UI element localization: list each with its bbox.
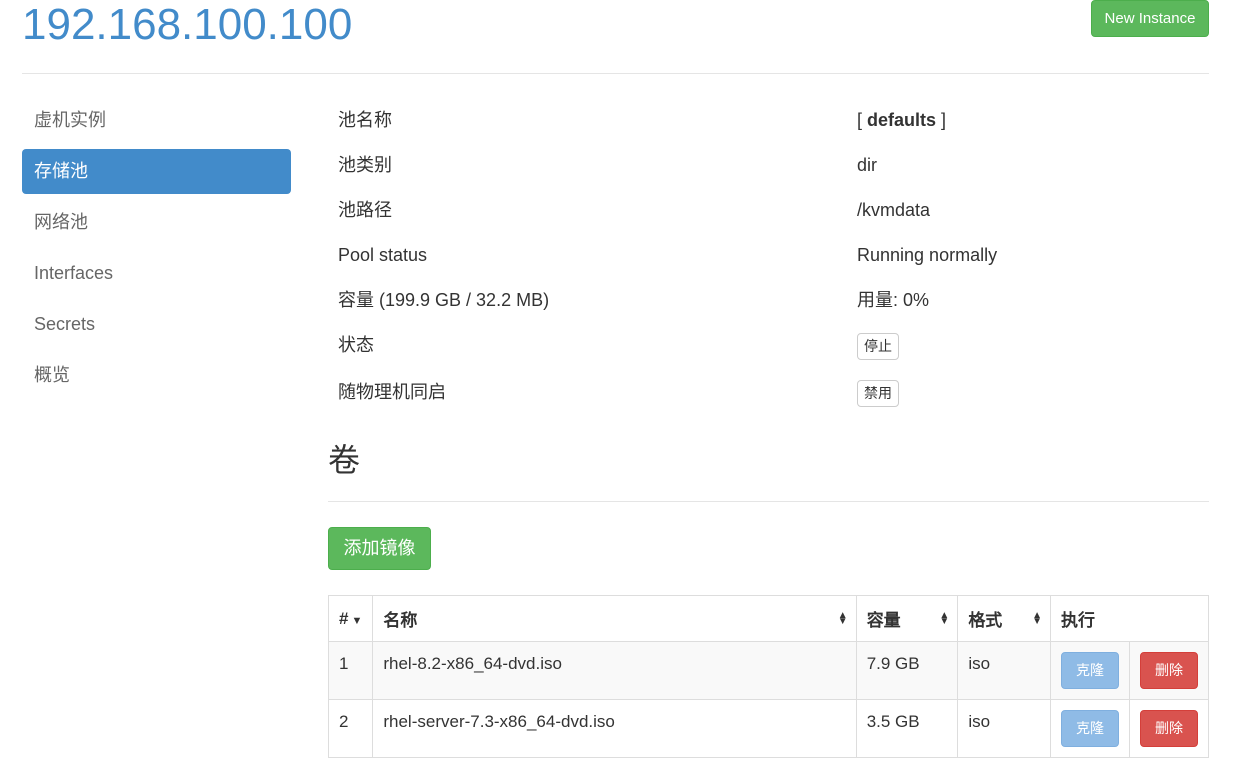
sidebar-item-networks[interactable]: 网络池 xyxy=(22,200,291,245)
pool-path-row: 池路径 /kvmdata xyxy=(338,188,1208,233)
pool-state-row: 状态 停止 xyxy=(338,323,1208,370)
column-header-size[interactable]: 容量 ▲ ▼ xyxy=(855,595,959,642)
table-header-row: # ▼ 名称 ▲ ▼ 容量 ▲ ▼ 格式 ▲ ▼ 执行 xyxy=(327,595,1210,642)
cell-size: 3.5 GB xyxy=(855,699,959,758)
pool-path-label: 池路径 xyxy=(338,200,392,220)
sort-icon: ▲ ▼ xyxy=(837,609,848,627)
pool-autostart-cell: 禁用 xyxy=(857,370,899,415)
sidebar-item-secrets[interactable]: Secrets xyxy=(22,302,291,347)
sort-icon: ▲ ▼ xyxy=(1032,609,1042,627)
sidebar-item-interfaces[interactable]: Interfaces xyxy=(22,251,291,296)
volumes-divider xyxy=(328,501,1209,502)
cell-name: rhel-server-7.3-x86_64-dvd.iso xyxy=(372,699,857,758)
cell-number: 1 xyxy=(327,641,374,700)
column-number-label: # xyxy=(339,608,349,628)
column-header-name[interactable]: 名称 ▲ ▼ xyxy=(372,595,857,642)
sort-icon: ▲ ▼ xyxy=(939,609,950,627)
sidebar-item-overview[interactable]: 概览 xyxy=(22,353,291,398)
cell-number: 2 xyxy=(327,699,374,758)
delete-button[interactable]: 删除 xyxy=(1139,652,1198,689)
pool-usage-value: 用量: 0% xyxy=(857,290,930,310)
pool-autostart-label: 随物理机同启 xyxy=(338,382,446,402)
disable-autostart-button[interactable]: 禁用 xyxy=(857,379,899,407)
pool-state-cell: 停止 xyxy=(857,323,899,368)
pool-name-label: 池名称 xyxy=(338,110,392,130)
add-image-button[interactable]: 添加镜像 xyxy=(328,527,431,570)
delete-button[interactable]: 删除 xyxy=(1139,710,1198,747)
cell-name: rhel-8.2-x86_64-dvd.iso xyxy=(372,641,857,700)
column-header-actions: 执行 xyxy=(1049,595,1210,642)
cell-delete: 删除 xyxy=(1128,641,1210,700)
table-row: 1 rhel-8.2-x86_64-dvd.iso 7.9 GB iso 克隆 … xyxy=(327,641,1210,700)
column-size-label: 容量 xyxy=(866,611,901,630)
pool-type-value: dir xyxy=(857,155,878,175)
pool-autostart-row: 随物理机同启 禁用 xyxy=(338,370,1208,417)
pool-capacity-row: 容量 (199.9 GB / 32.2 MB) 用量: 0% xyxy=(338,278,1208,323)
pool-status-row: Pool status Running normally xyxy=(338,233,1208,278)
caret-down-icon: ▼ xyxy=(351,614,363,627)
stop-pool-button[interactable]: 停止 xyxy=(857,332,899,360)
cell-format: iso xyxy=(957,699,1051,758)
header-divider xyxy=(22,73,1209,74)
cell-format: iso xyxy=(957,641,1051,700)
pool-name-row: 池名称 [ defaults ] xyxy=(338,98,1208,143)
volumes-heading: 卷 xyxy=(328,442,361,478)
pool-state-label: 状态 xyxy=(338,335,374,355)
volumes-table: # ▼ 名称 ▲ ▼ 容量 ▲ ▼ 格式 ▲ ▼ 执行 1 rhel-8.2-x86_64-d… xyxy=(327,595,1210,758)
new-instance-button[interactable]: New Instance xyxy=(1091,0,1209,37)
sidebar-item-storage-pools[interactable]: 存储池 xyxy=(22,149,291,194)
pool-capacity-label: 容量 (199.9 GB / 32.2 MB) xyxy=(338,290,550,310)
pool-name-value: [ defaults ] xyxy=(857,98,946,143)
column-actions-label: 执行 xyxy=(1060,611,1095,630)
cell-size: 7.9 GB xyxy=(855,641,959,700)
clone-button[interactable]: 克隆 xyxy=(1060,652,1119,689)
pool-status-value: Running normally xyxy=(857,245,998,265)
pool-name-prefix: [ xyxy=(857,110,868,130)
column-header-format[interactable]: 格式 ▲ ▼ xyxy=(957,595,1051,642)
pool-path-value: /kvmdata xyxy=(857,200,931,220)
pool-status-label: Pool status xyxy=(338,245,428,265)
host-title: 192.168.100.100 xyxy=(22,0,353,49)
pool-info: 池名称 [ defaults ] 池类别 dir 池路径 /kvmdata Po… xyxy=(338,98,1208,417)
column-name-label: 名称 xyxy=(383,611,418,630)
cell-delete: 删除 xyxy=(1128,699,1210,758)
pool-name-suffix: ] xyxy=(936,110,947,130)
pool-type-label: 池类别 xyxy=(338,155,392,175)
cell-clone: 克隆 xyxy=(1049,641,1130,700)
pool-name: defaults xyxy=(867,110,937,130)
pool-type-row: 池类别 dir xyxy=(338,143,1208,188)
column-format-label: 格式 xyxy=(968,611,1003,630)
cell-clone: 克隆 xyxy=(1049,699,1130,758)
sidebar: 虚机实例 存储池 网络池 Interfaces Secrets 概览 xyxy=(22,98,291,404)
sidebar-item-instances[interactable]: 虚机实例 xyxy=(22,98,291,143)
clone-button[interactable]: 克隆 xyxy=(1060,710,1119,747)
table-row: 2 rhel-server-7.3-x86_64-dvd.iso 3.5 GB … xyxy=(327,699,1210,758)
column-header-number[interactable]: # ▼ xyxy=(327,595,374,642)
